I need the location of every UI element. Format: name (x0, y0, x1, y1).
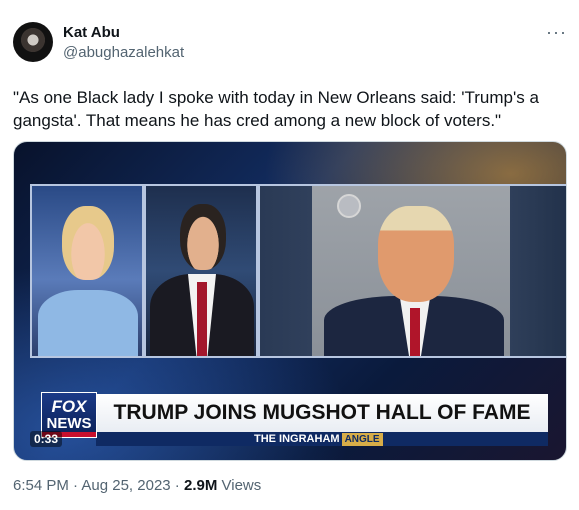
mugshot-panel (258, 184, 566, 358)
guest-tie (197, 282, 207, 356)
show-bar: THE INGRAHAM ANGLE (96, 432, 548, 446)
more-options-icon[interactable]: ··· (546, 22, 567, 43)
views-count[interactable]: 2.9M (184, 477, 217, 494)
host-head (62, 206, 114, 280)
host-panel (30, 184, 144, 358)
mugshot-tie (410, 308, 420, 356)
chyron-headline: TRUMP JOINS MUGSHOT HALL OF FAME (113, 401, 531, 424)
mugshot-head (378, 206, 454, 302)
video-player[interactable]: TRUMP JOINS MUGSHOT HALL OF FAME THE ING… (13, 141, 567, 461)
guest-panel (144, 184, 258, 358)
chyron: TRUMP JOINS MUGSHOT HALL OF FAME (96, 394, 548, 432)
author-handle[interactable]: @abughazalehkat (63, 44, 184, 61)
tweet-meta: 6:54 PM · Aug 25, 2023 · 2.9M Views (13, 477, 261, 494)
show-name-main: THE INGRAHAM (254, 433, 340, 445)
views-label: Views (217, 477, 262, 494)
post-time[interactable]: 6:54 PM (13, 477, 69, 494)
host-outfit (38, 290, 138, 356)
guest-head (180, 204, 226, 270)
show-name: THE INGRAHAM ANGLE (254, 432, 383, 446)
meta-separator: · (170, 477, 184, 494)
author-name[interactable]: Kat Abu (63, 24, 120, 41)
meta-separator: · (68, 477, 82, 494)
logo-fox-text: FOX (51, 397, 87, 416)
show-name-accent: ANGLE (341, 433, 383, 446)
tweet-text: "As one Black lady I spoke with today in… (13, 88, 539, 130)
post-date[interactable]: Aug 25, 2023 (81, 477, 170, 494)
avatar[interactable] (13, 22, 53, 62)
seal-icon (337, 194, 361, 218)
logo-news-text: NEWS (46, 415, 92, 432)
video-timecode: 0:33 (30, 431, 63, 447)
